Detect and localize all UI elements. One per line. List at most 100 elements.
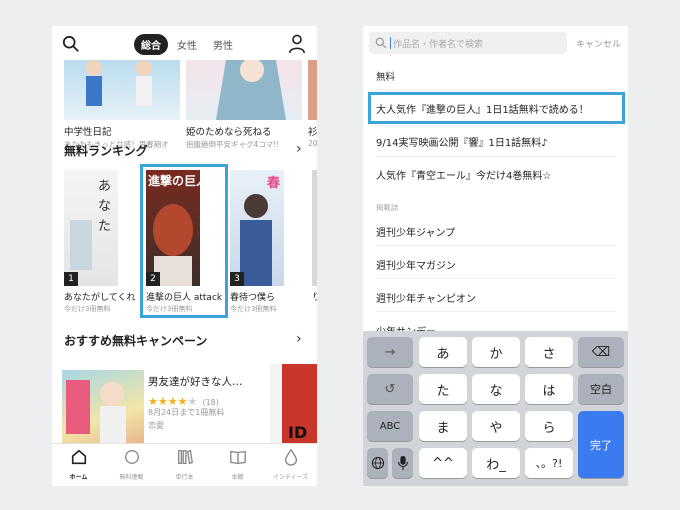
tab-free-serial[interactable]: 無料連載 (105, 448, 158, 481)
section-label-free: 無料 (376, 72, 396, 83)
ranking-title-4[interactable]: り (312, 290, 317, 303)
magazine-item-3[interactable]: 週刊少年チャンピオン (376, 290, 616, 305)
svg-text:ID: ID (288, 423, 307, 442)
svg-text:た: た (98, 219, 111, 234)
tab-label: 本棚 (231, 474, 244, 481)
tab-bookshelf[interactable]: 本棚 (211, 448, 264, 481)
highlight-box (140, 164, 228, 318)
rating-count: (18) (202, 398, 219, 407)
ranking-heading[interactable]: 無料ランキング (64, 142, 148, 159)
ranking-cover-4[interactable] (312, 170, 317, 286)
user-icon[interactable] (288, 34, 306, 54)
cover-logo-text: 春 (266, 176, 280, 191)
featured-title-3[interactable]: 衫 (308, 124, 317, 138)
campaign-cover-2[interactable]: ID (270, 364, 317, 448)
tab-label: 単行本 (175, 474, 194, 481)
japanese-keyboard: → あ か さ ⌫ ↺ た な は 空白 ABC ま や ら ^^ わ_ 、。? (363, 331, 628, 486)
featured-cover-3[interactable] (308, 60, 317, 120)
divider (376, 156, 616, 157)
cover-art: ID (270, 364, 307, 448)
undo-key[interactable]: ↺ (367, 374, 413, 404)
divider (376, 245, 616, 246)
globe-key[interactable] (367, 448, 388, 478)
backspace-key[interactable]: ⌫ (578, 337, 624, 367)
key-ra[interactable]: ら (525, 411, 573, 441)
ranking-title-3[interactable]: 春待つ僕ら (230, 290, 288, 303)
section-label-magazines: 掲載誌 (376, 203, 399, 212)
tab-label: インディーズ (272, 474, 309, 481)
search-input[interactable]: 作品名・作者名で検索 (369, 32, 567, 54)
key-ma[interactable]: ま (419, 411, 467, 441)
tab-books[interactable]: 単行本 (158, 448, 211, 481)
cover-art (216, 60, 286, 120)
done-key[interactable]: 完了 (578, 411, 624, 478)
featured-sub-3: 20 (308, 139, 317, 148)
cover-art: あ な た (70, 179, 111, 270)
campaign-date: 8月24日まで1冊無料 (148, 408, 225, 417)
tab-label: ホーム (69, 474, 88, 481)
key-sa[interactable]: さ (525, 337, 573, 367)
ranking-cover-3[interactable]: 春 3 (230, 170, 284, 286)
svg-text:な: な (98, 199, 111, 214)
books-icon (177, 449, 193, 465)
chevron-right-icon[interactable]: › (296, 331, 302, 347)
cover-art (66, 380, 126, 448)
rank-badge: 1 (64, 272, 78, 286)
home-icon (71, 449, 86, 465)
magazine-item-2[interactable]: 週刊少年マガジン (376, 257, 616, 272)
key-na[interactable]: な (472, 374, 520, 404)
campaign-genre: 恋愛 (148, 421, 164, 430)
category-tabs: 総合 女性 男性 (134, 34, 240, 55)
tab-home[interactable]: ホーム (52, 448, 105, 481)
chevron-right-icon[interactable]: › (296, 141, 302, 157)
magazine-item-1[interactable]: 週刊少年ジャンプ (376, 224, 616, 239)
divider (376, 278, 616, 279)
bookshelf-icon (229, 450, 246, 464)
featured-title-2[interactable]: 姫のためなら死ねる (186, 124, 272, 138)
tab-label: 無料連載 (119, 474, 144, 481)
ranking-sub-1: 今だけ3冊無料 (64, 305, 111, 313)
key-wa[interactable]: わ_ (472, 448, 520, 478)
search-screen: 作品名・作者名で検索 キャンセル 無料 大人気作『進撃の巨人』1日1話無料で読め… (363, 26, 628, 486)
tab-indies[interactable]: インディーズ (264, 448, 317, 481)
ranking-sub-3: 今だけ3冊無料 (230, 305, 277, 313)
indies-icon (284, 448, 297, 466)
punctuation-key[interactable]: 、。?! (525, 448, 573, 478)
free-item-2[interactable]: 9/14実写映画公開『響』1日1話無料♪ (376, 134, 616, 149)
campaign-heading[interactable]: おすすめ無料キャンペーン (64, 332, 207, 349)
key-a[interactable]: あ (419, 337, 467, 367)
microphone-key[interactable] (392, 448, 413, 478)
arrow-right-key[interactable]: → (367, 337, 413, 367)
tab-female[interactable]: 女性 (170, 34, 204, 55)
key-ha[interactable]: は (525, 374, 573, 404)
tab-general[interactable]: 総合 (134, 34, 168, 55)
tab-male[interactable]: 男性 (206, 34, 240, 55)
key-ya[interactable]: や (472, 411, 520, 441)
microphone-icon (397, 455, 408, 471)
campaign-cover[interactable] (62, 370, 144, 448)
featured-cover-2[interactable] (186, 60, 302, 120)
ranking-title-1[interactable]: あなたがしてくれ (64, 290, 138, 303)
cancel-button[interactable]: キャンセル (576, 37, 621, 50)
rank-badge: 3 (230, 272, 244, 286)
featured-sub-2: 抱腹絶倒平安ギャグ4コマ!! (186, 140, 280, 149)
search-placeholder: 作品名・作者名で検索 (393, 40, 484, 50)
highlight-box (368, 92, 625, 124)
featured-cover-1[interactable] (64, 60, 180, 120)
campaign-title[interactable]: 男友達が好きな人… (148, 374, 243, 389)
divider (376, 125, 616, 126)
key-ta[interactable]: た (419, 374, 467, 404)
dakuten-key[interactable]: ^^ (419, 448, 467, 478)
free-serial-icon (124, 450, 139, 464)
featured-title-1[interactable]: 中学性日記 (64, 124, 112, 138)
bottom-tab-bar: ホーム 無料連載 単行本 本棚 インディーズ (52, 443, 317, 486)
search-icon[interactable] (62, 35, 80, 53)
top-bar: 総合 女性 男性 (52, 26, 317, 62)
search-icon (375, 37, 387, 49)
divider (376, 89, 616, 90)
key-ka[interactable]: か (472, 337, 520, 367)
space-key[interactable]: 空白 (578, 374, 624, 404)
free-item-3[interactable]: 人気作『青空エール』今だけ4巻無料☆ (376, 167, 616, 182)
ranking-cover-1[interactable]: あ な た 1 (64, 170, 118, 286)
abc-key[interactable]: ABC (367, 411, 413, 441)
